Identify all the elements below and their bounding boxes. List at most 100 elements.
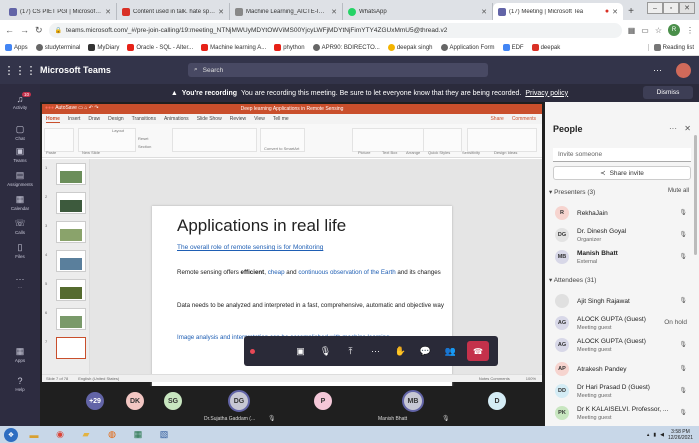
dismiss-button[interactable]: Dismiss [643, 86, 693, 99]
close-tab-icon[interactable]: ✕ [105, 8, 111, 16]
user-avatar[interactable] [676, 62, 691, 78]
slide-thumbnail[interactable] [56, 163, 86, 185]
rail-item[interactable]: ··· ··· [0, 274, 40, 290]
bookmark-item[interactable]: Machine learning A... [201, 44, 266, 51]
ribbon-command[interactable]: Section [138, 144, 151, 149]
participant-avatar[interactable]: P [314, 392, 332, 410]
address-bar[interactable]: 🔒 teams.microsoft.com/_#/pre-join-callin… [48, 22, 622, 38]
close-window-icon[interactable]: ✕ [679, 2, 695, 14]
volume-icon[interactable]: ◀ [660, 432, 664, 438]
ribbon-command[interactable]: New Slide [82, 150, 100, 155]
ppt-menu-item[interactable]: Transitions [132, 116, 156, 122]
close-tab-icon[interactable]: ✕ [218, 8, 224, 16]
mic-off-icon[interactable]: 🎙 [679, 297, 687, 304]
firefox-icon[interactable]: ◍ [102, 428, 122, 442]
extension-icon[interactable]: ▦ [628, 26, 636, 35]
participant-row[interactable]: Ajit Singh Rajawat 🎙 [549, 292, 695, 312]
close-tab-icon[interactable]: ✕ [331, 8, 337, 16]
participant-avatar[interactable]: D [488, 392, 506, 410]
participant-avatar[interactable]: MB [402, 390, 424, 412]
clock[interactable]: 3:58 PM 12/26/2021 [668, 429, 693, 441]
invite-input[interactable]: Invite someone [553, 148, 691, 162]
bookmark-star-icon[interactable]: ☆ [655, 26, 662, 35]
mic-off-icon[interactable]: 🎙 [679, 341, 687, 348]
menu-kebab-icon[interactable]: ⋮ [686, 26, 694, 35]
excel-icon[interactable]: ▦ [128, 428, 148, 442]
search-input[interactable]: ⌕ Search [188, 63, 488, 77]
rail-item[interactable]: ▦ Apps [0, 346, 40, 363]
bookmark-item[interactable]: Application Form [440, 44, 495, 51]
app-launcher-icon[interactable]: ⋮⋮⋮ [0, 64, 40, 77]
folder-icon[interactable]: ▰ [76, 428, 96, 442]
more-actions-icon[interactable]: ··· [363, 339, 388, 363]
new-tab-button[interactable]: + [623, 3, 639, 20]
ribbon-command[interactable]: Paste [46, 150, 56, 155]
participant-row[interactable]: PK Dr K KALAISELVI. Professor, ... Meeting… [549, 404, 695, 424]
bookmark-item[interactable]: deepak singh [387, 44, 433, 51]
tray-arrow-icon[interactable]: ▴ [647, 432, 650, 438]
mic-off-icon[interactable]: 🎙 [679, 253, 687, 260]
bookmark-item[interactable]: EDF [502, 44, 524, 51]
participant-avatar[interactable]: DG [228, 390, 250, 412]
participant-row[interactable]: R RekhaJain 🎙 [549, 204, 695, 224]
bookmark-item[interactable]: phython [274, 44, 305, 51]
ribbon-command[interactable]: Arrange [406, 150, 420, 155]
chat-icon[interactable]: 💬 [413, 339, 438, 363]
forward-icon[interactable]: → [20, 25, 29, 35]
participant-row[interactable]: DD Dr Hari Prasad D (Guest) Meeting guest 🎙 [549, 382, 695, 402]
mic-off-icon[interactable]: 🎙 [679, 387, 687, 394]
bookmark-item[interactable]: deepak [531, 44, 560, 51]
participant-row[interactable]: DG Dr. Dinesh Goyal Organizer 🎙 [549, 226, 695, 246]
ppt-menu-item[interactable]: Home [46, 116, 60, 123]
close-tab-icon[interactable]: ✕ [612, 8, 618, 16]
app-icon[interactable]: ▧ [154, 428, 174, 442]
browser-tab[interactable]: Machine Learning_AICTE-ISTE - ✕ [230, 3, 343, 20]
presenters-section[interactable]: ▾ Presenters (3) [549, 188, 595, 196]
slide-thumbnail[interactable] [56, 308, 86, 330]
rail-item[interactable]: ▯ Files [0, 242, 40, 259]
close-tab-icon[interactable]: ✕ [481, 8, 487, 16]
ribbon-command[interactable]: Sensitivity [462, 150, 480, 155]
participant-row[interactable]: AG ALOCK GUPTA (Guest) Meeting guest On hol… [549, 314, 695, 334]
bookmark-item[interactable]: MyDiary [88, 44, 119, 51]
browser-tab[interactable]: (17) CS PIET PGI | Microsoft Tea ✕ [4, 3, 117, 20]
bookmark-item[interactable]: Oracle - SQL - Alter... [127, 44, 193, 51]
ppt-menu-item[interactable]: Tell me [273, 116, 289, 122]
privacy-policy-link[interactable]: Privacy policy [525, 90, 568, 97]
ppt-menu-item[interactable]: Slide Show [197, 116, 222, 122]
participant-row[interactable]: MB Manish Bhatt External 🎙 [549, 248, 695, 268]
mic-off-icon[interactable]: 🎙 [313, 339, 338, 363]
ribbon-command[interactable]: Layout [112, 128, 124, 133]
bookmark-item[interactable]: APR90: BDIRECTO... [312, 44, 380, 51]
raise-hand-icon[interactable]: ✋ [388, 339, 413, 363]
ppt-menu-item[interactable]: Review [230, 116, 246, 122]
attendees-section[interactable]: ▾ Attendees (31) [549, 276, 596, 284]
mic-off-icon[interactable]: 🎙 [679, 231, 687, 238]
chrome-icon[interactable]: ◉ [50, 428, 70, 442]
browser-tab[interactable]: WhatsApp ✕ [343, 3, 493, 20]
explorer-icon[interactable]: ▬ [24, 428, 44, 442]
rail-item[interactable]: ☏ Calls [0, 218, 40, 235]
mic-off-icon[interactable]: 🎙 [679, 209, 687, 216]
network-icon[interactable]: ▮ [653, 432, 656, 438]
slide-thumbnail[interactable] [56, 279, 86, 301]
ppt-menu-item[interactable]: View [254, 116, 265, 122]
reading-list[interactable]: Reading list [647, 44, 694, 51]
slide-thumbnail[interactable] [56, 221, 86, 243]
share-invite-button[interactable]: ≺ Share invite [553, 166, 691, 180]
browser-tab-active[interactable]: (17) Meeting | Microsoft Tea ● ✕ [493, 3, 623, 20]
mute-all-button[interactable]: Mute all [668, 188, 689, 194]
more-options-icon[interactable]: ··· [653, 65, 662, 75]
ppt-menu-item[interactable]: Draw [88, 116, 100, 122]
start-button[interactable]: ❖ [4, 427, 18, 442]
slide-thumbnail[interactable] [56, 250, 86, 272]
ribbon-command[interactable]: Text Box [382, 150, 397, 155]
ribbon-command[interactable]: Quick Styles [428, 150, 450, 155]
slide-thumbnail[interactable] [56, 192, 86, 214]
profile-avatar[interactable]: R [668, 24, 680, 36]
bookmark-item[interactable]: studyterminal [35, 44, 80, 51]
more-options-icon[interactable]: ··· [669, 124, 677, 133]
hang-up-button[interactable]: ☎ [467, 341, 489, 361]
reload-icon[interactable]: ↻ [35, 25, 43, 36]
slide-thumbnail[interactable] [56, 337, 86, 359]
